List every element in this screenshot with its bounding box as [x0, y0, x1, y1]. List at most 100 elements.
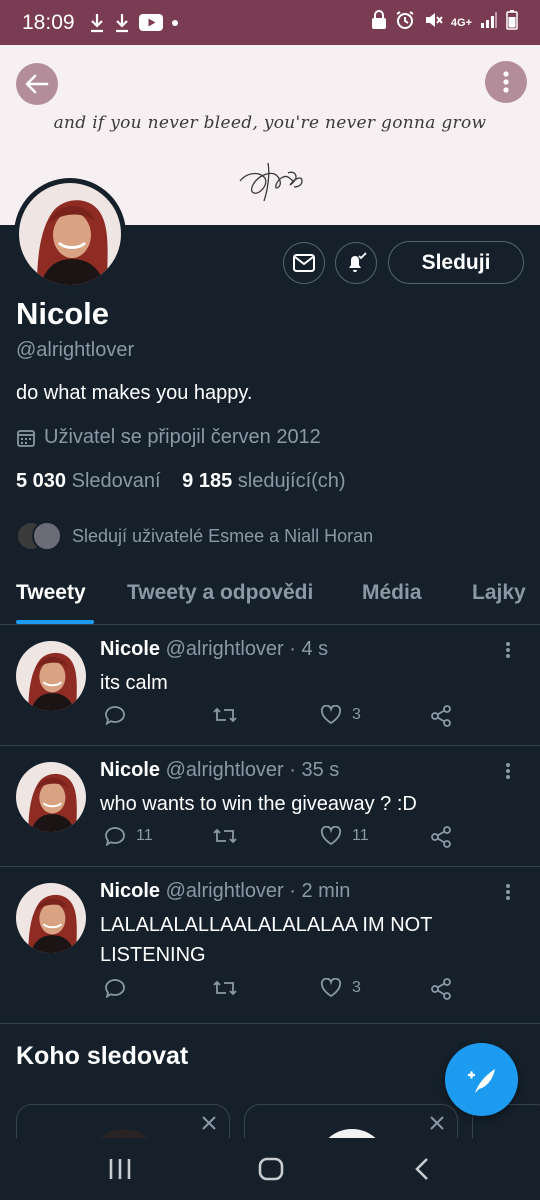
close-icon: [430, 1116, 444, 1130]
tweet-author-name: Nicole: [100, 880, 161, 902]
more-vertical-icon: [506, 884, 510, 900]
tweet-header: Nicole @alrightlover · 4 s: [100, 638, 328, 661]
heart-icon: [320, 705, 342, 725]
tweet-text: LALALALALLAALALALALAA IM NOT LISTENING: [100, 914, 433, 966]
profile-avatar[interactable]: [14, 178, 126, 290]
followed-by-row[interactable]: Sledují uživatelé Esmee a Niall Horan: [16, 521, 373, 551]
lock-icon: [371, 10, 387, 35]
status-bar: 18:09 4G+: [0, 0, 540, 45]
profile-handle: @alrightlover: [16, 339, 135, 361]
tweet-header: Nicole @alrightlover · 35 s: [100, 759, 339, 782]
more-vertical-icon: [506, 763, 510, 779]
tweet-actions: 3: [100, 705, 510, 735]
tweet-author-handle: @alrightlover: [165, 638, 284, 660]
share-icon: [431, 826, 451, 848]
dismiss-suggestion-button[interactable]: [429, 1115, 445, 1136]
retweet-icon: [213, 980, 237, 996]
tweet-time: · 35 s: [289, 759, 340, 781]
tweet-avatar[interactable]: [16, 883, 86, 953]
tweet-author-name: Nicole: [100, 759, 161, 781]
share-button[interactable]: [430, 705, 452, 727]
retweet-button[interactable]: [212, 705, 248, 725]
more-vertical-icon: [503, 71, 509, 93]
tweet-text: who wants to win the giveaway ? :D: [100, 793, 417, 815]
retweet-button[interactable]: [212, 826, 248, 846]
reply-button[interactable]: 11: [104, 826, 153, 846]
following-link[interactable]: 5 030 Sledovaní: [16, 470, 161, 492]
share-button[interactable]: [430, 978, 452, 1000]
following-label: Sledovaní: [71, 470, 161, 492]
tweet-time: · 4 s: [289, 638, 329, 660]
avatar-photo: [19, 183, 121, 285]
tab-likes[interactable]: Lajky: [472, 581, 526, 605]
followers-link[interactable]: 9 185 sledující(ch): [182, 470, 345, 492]
followed-by-text: Sledují uživatelé Esmee a Niall Horan: [72, 525, 374, 546]
banner-quote: and if you never bleed, you're never gon…: [53, 113, 487, 133]
joined-text: Uživatel se připojil červen 2012: [44, 426, 321, 448]
follower-avatar: [32, 521, 62, 551]
recent-apps-button[interactable]: [100, 1153, 140, 1185]
signal-icon: [480, 11, 498, 34]
like-button[interactable]: 3: [320, 705, 361, 725]
tweet-item[interactable]: Nicole @alrightlover · 2 min LALALALALLA…: [0, 867, 540, 1024]
notifications-button[interactable]: [335, 242, 377, 284]
tweet-header: Nicole @alrightlover · 2 min: [100, 880, 350, 903]
tweet-more-button[interactable]: [505, 641, 511, 664]
tweet-avatar[interactable]: [16, 762, 86, 832]
reply-icon: [105, 827, 125, 846]
like-count: 3: [352, 979, 361, 996]
message-button[interactable]: [283, 242, 325, 284]
tweet-item[interactable]: Nicole @alrightlover · 35 s who wants to…: [0, 746, 540, 867]
reply-icon: [105, 706, 125, 725]
tab-tweets-and-replies[interactable]: Tweety a odpovědi: [127, 581, 313, 605]
mute-icon: [423, 10, 443, 35]
more-options-button[interactable]: [485, 61, 527, 103]
close-icon: [202, 1116, 216, 1130]
chevron-left-icon: [415, 1158, 428, 1180]
bell-check-icon: [349, 252, 367, 272]
tweet-more-button[interactable]: [505, 883, 511, 906]
follow-stats: 5 030 Sledovaní 9 185 sledující(ch): [16, 470, 346, 493]
more-vertical-icon: [506, 642, 510, 658]
battery-icon: [506, 10, 518, 35]
dismiss-suggestion-button[interactable]: [201, 1115, 217, 1136]
heart-icon: [320, 826, 342, 846]
who-to-follow-title: Koho sledovat: [16, 1042, 189, 1070]
share-button[interactable]: [430, 826, 452, 848]
back-button[interactable]: [16, 63, 58, 105]
like-button[interactable]: 11: [320, 826, 369, 846]
tweet-author-handle: @alrightlover: [165, 759, 284, 781]
following-button[interactable]: Sleduji: [388, 241, 524, 284]
tweet-more-button[interactable]: [505, 762, 511, 785]
signature-drawing: [239, 162, 303, 202]
youtube-icon: [138, 14, 163, 31]
tweet-text: its calm: [100, 672, 168, 694]
like-button[interactable]: 3: [320, 978, 361, 998]
tweet-time: · 2 min: [289, 880, 351, 902]
retweet-button[interactable]: [212, 978, 248, 998]
like-count: 3: [352, 706, 361, 723]
followers-count: 9 185: [182, 470, 233, 492]
back-nav-button[interactable]: [402, 1153, 442, 1185]
tweet-item[interactable]: Nicole @alrightlover · 4 s its calm 3: [0, 625, 540, 746]
retweet-icon: [213, 707, 237, 723]
home-icon: [258, 1157, 284, 1181]
compose-tweet-button[interactable]: [445, 1043, 518, 1116]
calendar-icon: [17, 429, 35, 447]
profile-bio: do what makes you happy.: [16, 382, 253, 404]
profile-name: Nicole: [16, 296, 110, 331]
reply-button[interactable]: [104, 978, 136, 998]
mail-icon: [293, 254, 315, 272]
tweet-actions: 11 11: [100, 826, 510, 856]
followers-label: sledující(ch): [237, 470, 346, 492]
heart-icon: [320, 978, 342, 998]
reply-button[interactable]: [104, 705, 136, 725]
profile-tabs: Tweety Tweety a odpovědi Média Lajky: [0, 565, 540, 625]
status-time: 18:09: [22, 10, 75, 34]
tab-media[interactable]: Média: [362, 581, 422, 605]
tweet-author-name: Nicole: [100, 638, 161, 660]
tab-tweets[interactable]: Tweety: [16, 581, 86, 605]
tweet-avatar[interactable]: [16, 641, 86, 711]
joined-date: Uživatel se připojil červen 2012: [16, 426, 321, 449]
home-button[interactable]: [251, 1153, 291, 1185]
